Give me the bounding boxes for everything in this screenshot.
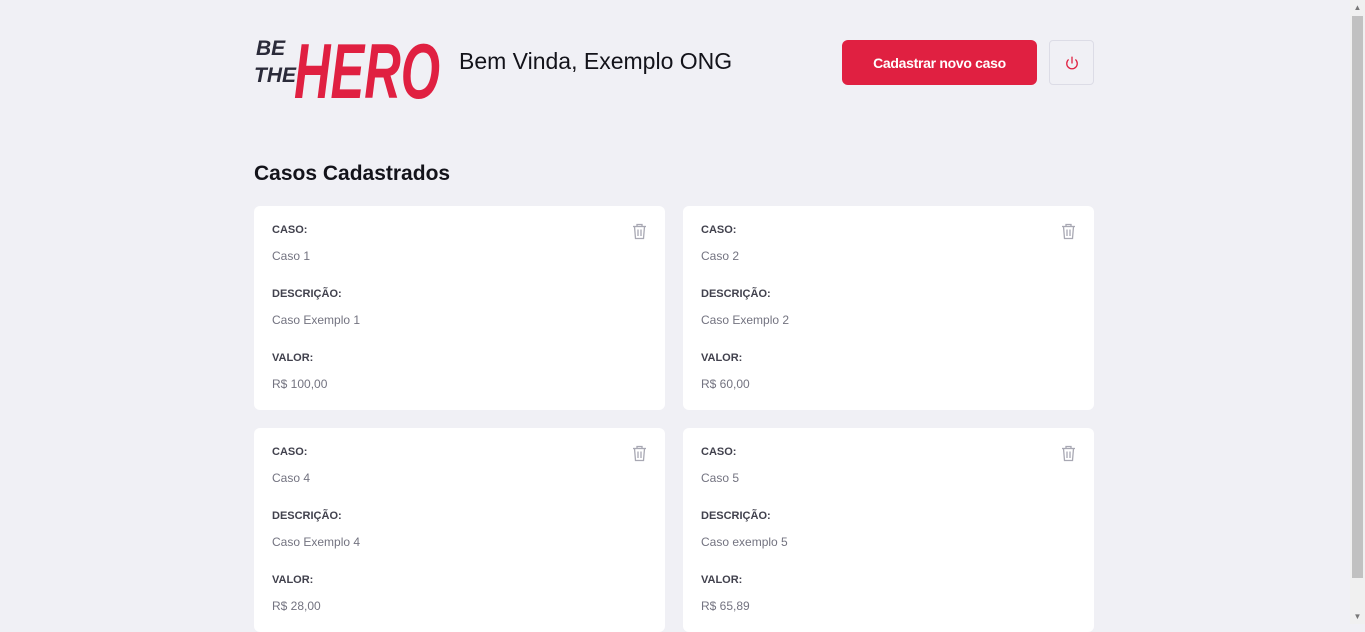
scroll-down-arrow-icon[interactable]: ▼ [1350, 609, 1365, 624]
case-card: CASO: Caso 5 DESCRIÇÃO: Caso exemplo 5 V… [683, 428, 1094, 632]
svg-text:THE: THE [254, 64, 297, 87]
value-amount: R$ 65,89 [701, 599, 750, 613]
trash-icon [1062, 223, 1075, 240]
case-label: CASO: [272, 446, 308, 458]
scroll-up-arrow-icon[interactable]: ▲ [1350, 0, 1365, 15]
header: BE THE HERO Bem Vinda, Exemplo ONG Cadas… [254, 0, 1094, 125]
page-scrollbar[interactable]: ▲ ▼ [1350, 0, 1365, 624]
case-label: CASO: [701, 446, 737, 458]
page-title: Casos Cadastrados [254, 162, 451, 185]
description-value: Caso exemplo 5 [701, 535, 788, 549]
value-label: VALOR: [272, 352, 314, 364]
case-label: CASO: [272, 224, 308, 236]
case-value: Caso 5 [701, 471, 740, 485]
description-value: Caso Exemplo 2 [701, 313, 790, 327]
case-card: CASO: Caso 4 DESCRIÇÃO: Caso Exemplo 4 V… [254, 428, 665, 632]
description-label: DESCRIÇÃO: [701, 288, 771, 300]
case-value: Caso 4 [272, 471, 311, 485]
trash-icon [633, 445, 646, 462]
case-value: Caso 1 [272, 249, 311, 263]
greeting-text: Bem Vinda, Exemplo ONG [459, 48, 733, 74]
svg-text:BE: BE [256, 37, 286, 60]
delete-case-button[interactable] [632, 223, 647, 240]
scrollbar-thumb[interactable] [1352, 16, 1363, 578]
power-icon [1065, 56, 1078, 69]
be-the-hero-logo: BE THE HERO [254, 27, 440, 104]
description-label: DESCRIÇÃO: [272, 510, 342, 522]
trash-icon [1062, 445, 1075, 462]
description-value: Caso Exemplo 4 [272, 535, 361, 549]
svg-text:HERO: HERO [294, 27, 440, 104]
value-label: VALOR: [701, 352, 743, 364]
value-label: VALOR: [272, 574, 314, 586]
new-case-button[interactable]: Cadastrar novo caso [842, 40, 1037, 85]
value-amount: R$ 100,00 [272, 377, 328, 391]
case-label: CASO: [701, 224, 737, 236]
main-container: BE THE HERO Bem Vinda, Exemplo ONG Cadas… [254, 0, 1094, 632]
value-amount: R$ 28,00 [272, 599, 321, 613]
case-card: CASO: Caso 2 DESCRIÇÃO: Caso Exemplo 2 V… [683, 206, 1094, 410]
description-label: DESCRIÇÃO: [701, 510, 771, 522]
trash-icon [633, 223, 646, 240]
value-label: VALOR: [701, 574, 743, 586]
delete-case-button[interactable] [632, 445, 647, 462]
delete-case-button[interactable] [1061, 223, 1076, 240]
description-label: DESCRIÇÃO: [272, 288, 342, 300]
value-amount: R$ 60,00 [701, 377, 750, 391]
case-card: CASO: Caso 1 DESCRIÇÃO: Caso Exemplo 1 V… [254, 206, 665, 410]
case-value: Caso 2 [701, 249, 740, 263]
description-value: Caso Exemplo 1 [272, 313, 361, 327]
logout-button[interactable] [1049, 40, 1094, 85]
delete-case-button[interactable] [1061, 445, 1076, 462]
